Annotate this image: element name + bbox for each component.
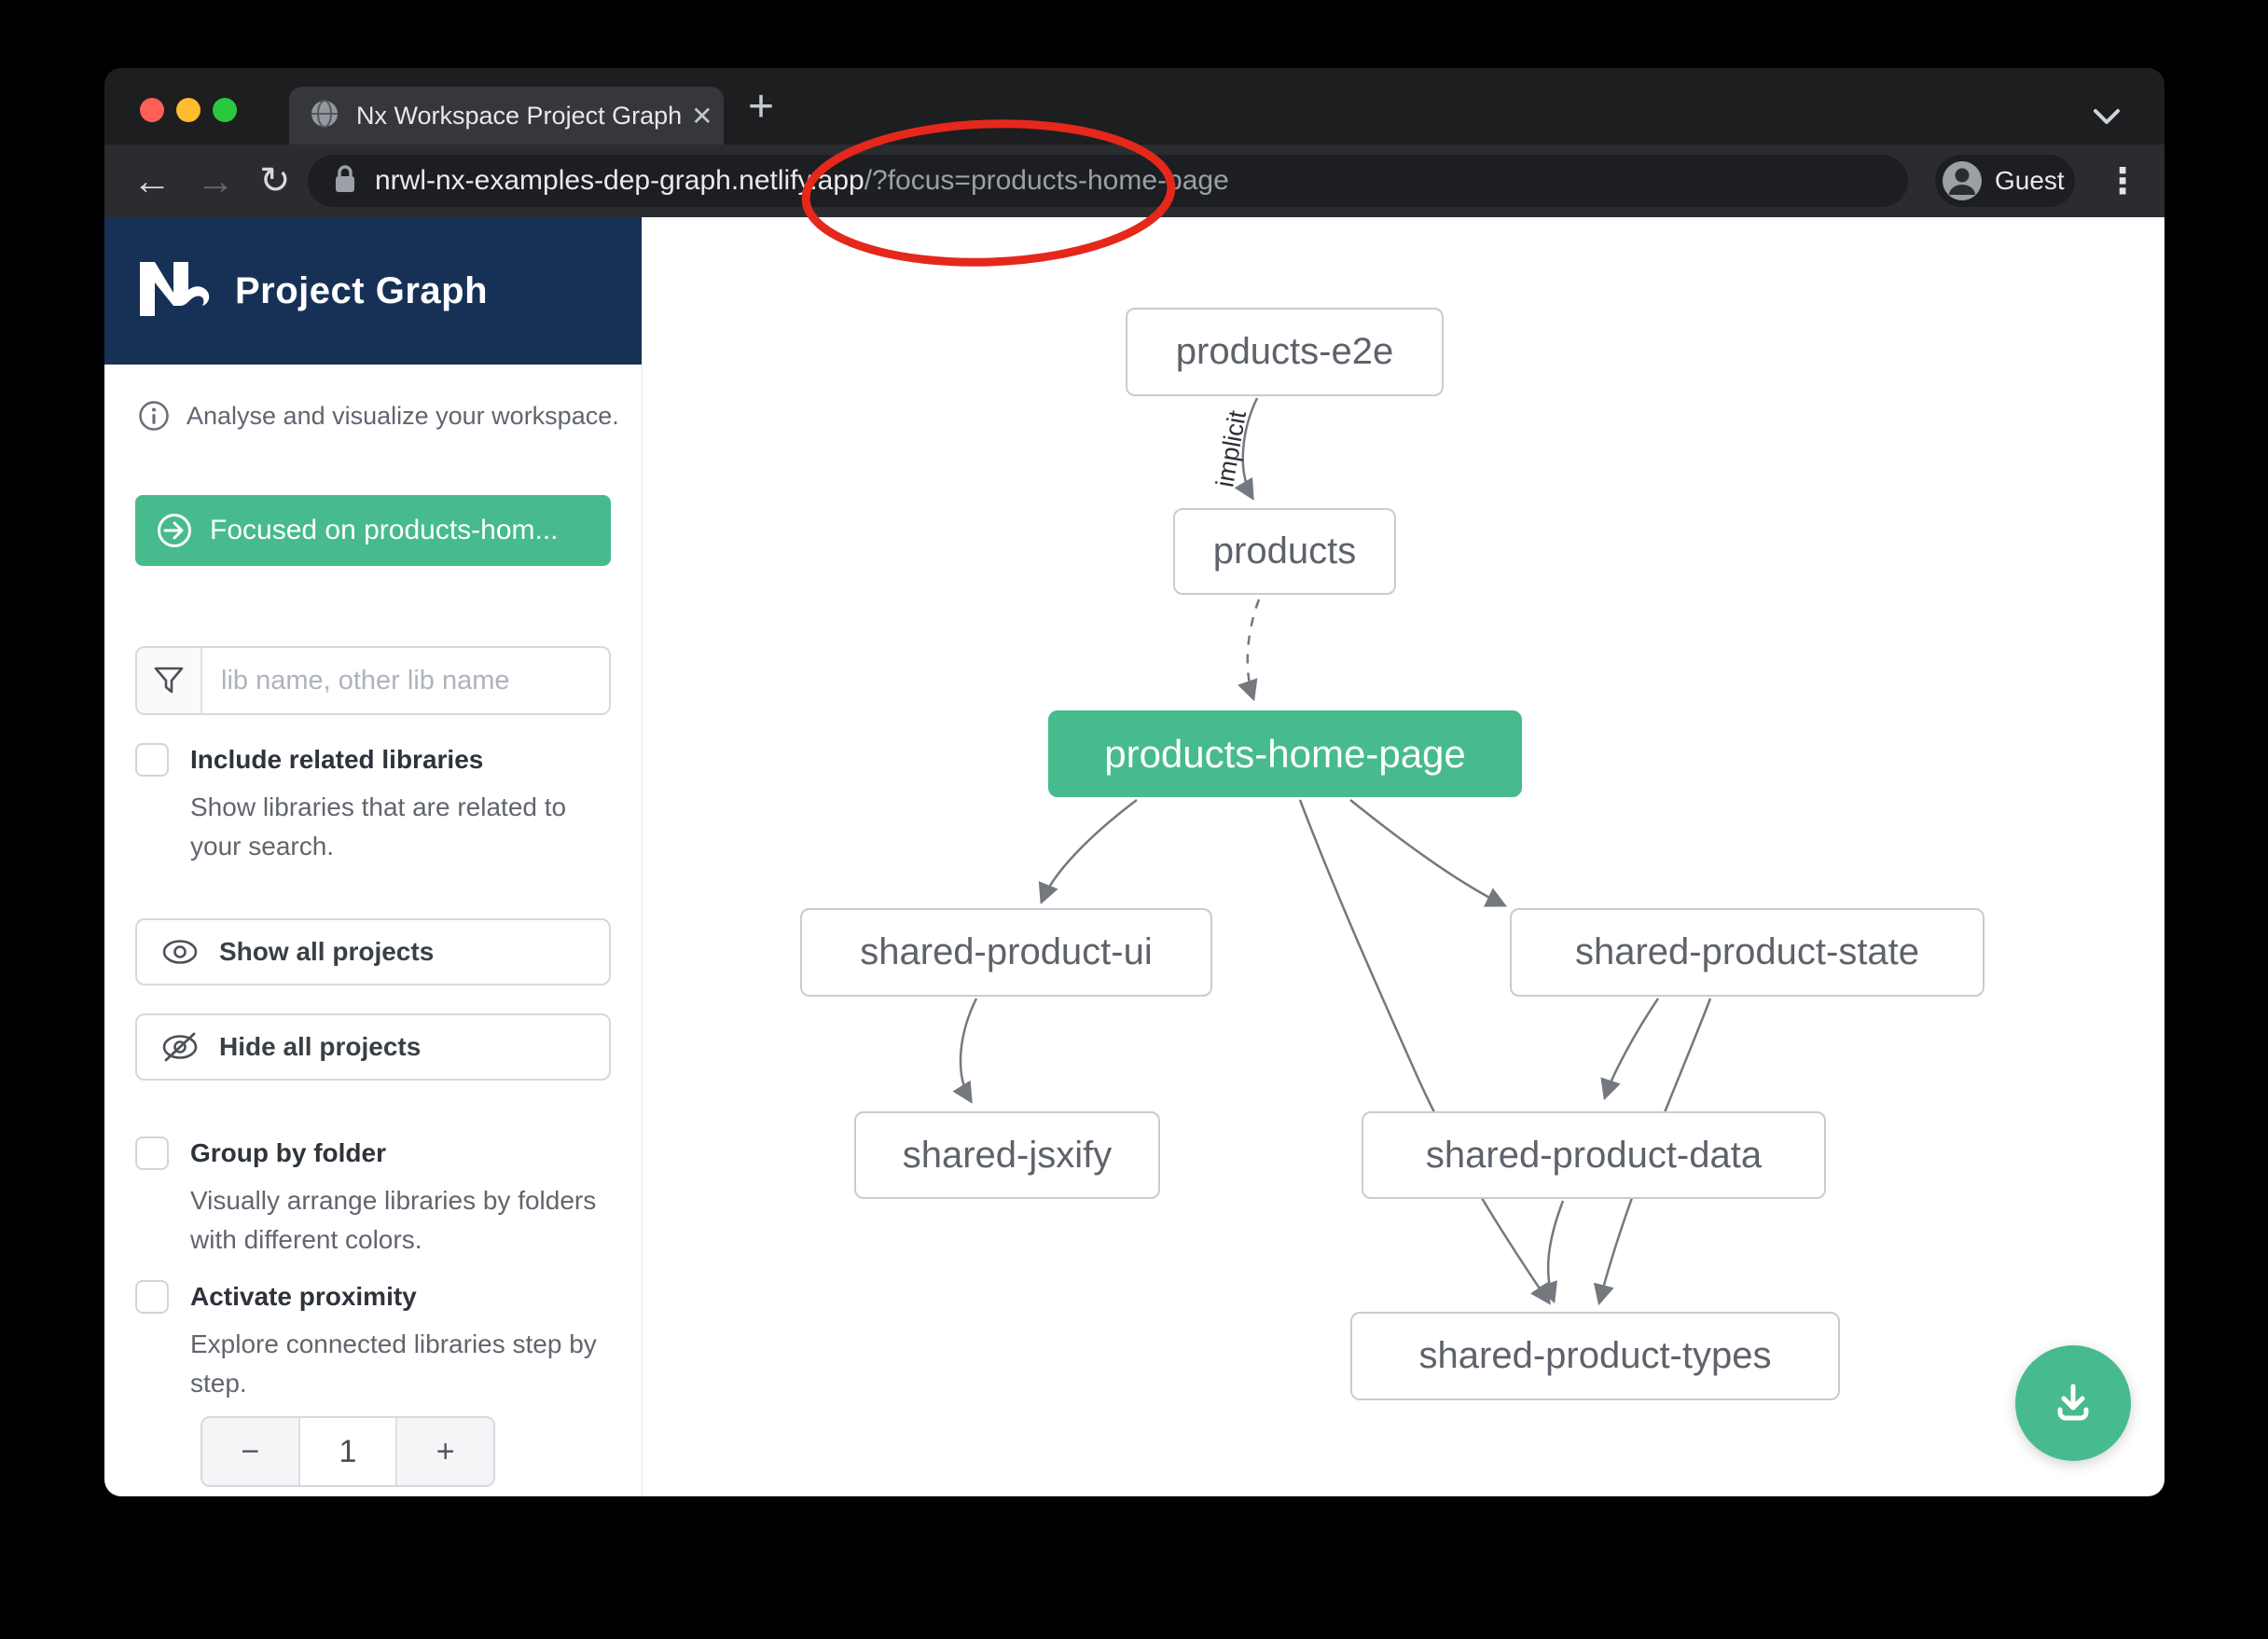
tab-title: Nx Workspace Project Graph [356, 102, 682, 131]
proximity-increment-button[interactable]: + [397, 1418, 493, 1485]
url-text: nrwl-nx-examples-dep-graph.netlify.app/?… [375, 165, 1229, 197]
focused-on-label: Focused on products-hom... [210, 515, 559, 546]
eye-icon [161, 938, 199, 966]
filter-input[interactable] [202, 648, 609, 713]
url-query: /?focus=products-home-page [864, 165, 1229, 196]
profile-button[interactable]: Guest [1935, 155, 2075, 207]
close-window-button[interactable] [140, 98, 164, 122]
sidebar: Project Graph Analyse and visualize your… [104, 217, 643, 1496]
edge-home-ui [1042, 800, 1137, 902]
browser-tab[interactable]: Nx Workspace Project Graph ✕ [289, 87, 724, 145]
edge-e2e-products [1243, 398, 1257, 498]
arrow-circle-icon [156, 512, 193, 549]
include-related-label: Include related libraries [190, 745, 483, 775]
proximity-decrement-button[interactable]: − [202, 1418, 298, 1485]
browser-window: Nx Workspace Project Graph ✕ + ← → ↻ nrw… [104, 68, 2164, 1496]
browser-toolbar: ← → ↻ nrwl-nx-examples-dep-graph.netlify… [104, 145, 2164, 217]
hide-all-projects-button[interactable]: Hide all projects [135, 1013, 611, 1081]
graph-canvas[interactable]: implicit products-e2e products products-… [643, 217, 2164, 1496]
lock-icon [332, 163, 358, 200]
zoom-window-button[interactable] [213, 98, 237, 122]
group-by-folder-label: Group by folder [190, 1138, 386, 1168]
node-shared-product-types[interactable]: shared-product-types [1350, 1312, 1840, 1400]
guest-label: Guest [1995, 166, 2065, 196]
activate-proximity-label: Activate proximity [190, 1282, 417, 1312]
forward-button[interactable]: → [196, 145, 235, 217]
edge-ui-jsxify [961, 999, 976, 1101]
tab-close-icon[interactable]: ✕ [691, 101, 712, 131]
nx-logo-icon [136, 258, 214, 324]
app-title: Project Graph [235, 270, 488, 312]
activate-proximity-description: Explore connected libraries step by step… [190, 1325, 629, 1403]
page-content: Project Graph Analyse and visualize your… [104, 217, 2164, 1496]
edge-label-implicit: implicit [1210, 408, 1252, 489]
tagline-text: Analyse and visualize your workspace. [187, 402, 619, 431]
node-shared-product-data[interactable]: shared-product-data [1362, 1111, 1826, 1199]
node-products-home-page[interactable]: products-home-page [1048, 710, 1522, 797]
favicon-globe-icon [310, 99, 339, 133]
tab-strip: Nx Workspace Project Graph ✕ + [104, 68, 2164, 145]
edge-state-data [1605, 999, 1658, 1097]
address-bar[interactable]: nrwl-nx-examples-dep-graph.netlify.app/?… [308, 155, 1908, 207]
back-button[interactable]: ← [132, 145, 172, 217]
reload-button[interactable]: ↻ [259, 145, 291, 217]
funnel-icon [137, 648, 202, 713]
show-all-projects-button[interactable]: Show all projects [135, 918, 611, 985]
graph-edges: implicit [643, 217, 2164, 1496]
sidebar-header: Project Graph [104, 217, 642, 365]
node-shared-product-state[interactable]: shared-product-state [1510, 908, 1984, 997]
url-domain: nrwl-nx-examples-dep-graph.netlify.app [375, 165, 864, 196]
include-related-description: Show libraries that are related to your … [190, 788, 610, 866]
filter-field [135, 646, 611, 715]
group-by-folder-description: Visually arrange libraries by folders wi… [190, 1181, 629, 1260]
group-by-folder-checkbox[interactable] [135, 1136, 169, 1170]
guest-avatar-icon [1943, 161, 1982, 200]
edge-data-types [1548, 1201, 1563, 1301]
minimize-window-button[interactable] [176, 98, 201, 122]
focused-on-button[interactable]: Focused on products-hom... [135, 495, 611, 566]
show-all-projects-label: Show all projects [219, 937, 434, 967]
edge-home-state [1350, 800, 1504, 905]
node-shared-product-ui[interactable]: shared-product-ui [800, 908, 1212, 997]
download-image-button[interactable] [2015, 1345, 2131, 1461]
node-shared-jsxify[interactable]: shared-jsxify [854, 1111, 1160, 1199]
node-products[interactable]: products [1173, 508, 1396, 595]
proximity-stepper: − 1 + [201, 1416, 495, 1487]
node-products-e2e[interactable]: products-e2e [1126, 308, 1444, 396]
download-icon [2049, 1379, 2097, 1427]
activate-proximity-checkbox[interactable] [135, 1280, 169, 1314]
proximity-value: 1 [298, 1418, 398, 1485]
info-icon [138, 400, 170, 436]
hide-all-projects-label: Hide all projects [219, 1032, 421, 1062]
include-related-checkbox[interactable] [135, 743, 169, 777]
new-tab-button[interactable]: + [748, 81, 774, 132]
tab-search-chevron-icon[interactable] [2086, 105, 2127, 134]
edge-products-home [1248, 599, 1259, 698]
browser-menu-icon[interactable]: ⋮ [2105, 145, 2140, 217]
eye-off-icon [161, 1031, 199, 1063]
edge-home-types [1300, 800, 1549, 1302]
tagline-row: Analyse and visualize your workspace. [138, 400, 619, 436]
window-controls [140, 98, 237, 122]
